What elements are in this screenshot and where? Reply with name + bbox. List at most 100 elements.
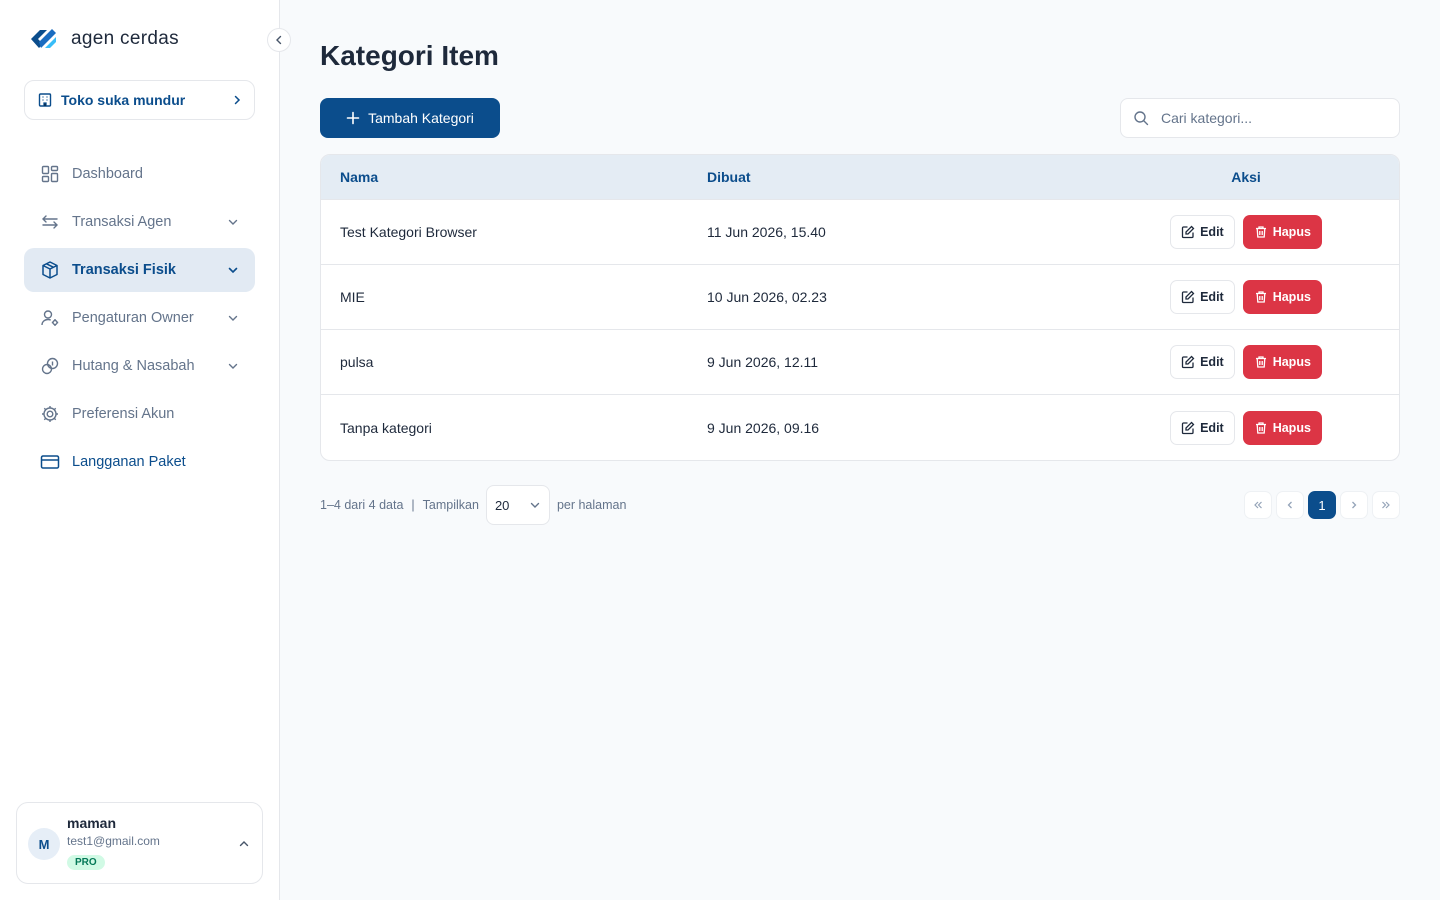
cell-dibuat: 11 Jun 2026, 15.40 — [707, 224, 826, 240]
brand[interactable]: agen cerdas — [28, 26, 179, 52]
chevron-down-icon — [228, 363, 238, 369]
sidebar-item-hutang-nasabah[interactable]: Hutang & Nasabah — [24, 344, 255, 388]
chevron-down-icon — [530, 502, 540, 508]
edit-icon — [1181, 225, 1195, 239]
trash-icon — [1255, 226, 1266, 238]
chevron-down-icon — [228, 267, 238, 274]
arrows-exchange-icon — [40, 212, 60, 232]
user-name: maman — [67, 815, 117, 831]
sidebar-item-label: Pengaturan Owner — [72, 310, 194, 326]
last-page-button[interactable] — [1372, 491, 1400, 519]
cell-nama: pulsa — [340, 354, 374, 370]
delete-button[interactable]: Hapus — [1242, 280, 1322, 314]
sidebar-item-transaksi-fisik[interactable]: Transaksi Fisik — [24, 248, 255, 292]
column-header-nama[interactable]: Nama — [321, 169, 707, 185]
box-icon — [40, 260, 60, 280]
sidebar-item-label: Hutang & Nasabah — [72, 358, 195, 374]
table-row: Test Kategori Browser 11 Jun 2026, 15.40… — [321, 200, 1399, 265]
pagination: 1 — [1244, 491, 1400, 519]
cell-nama: Test Kategori Browser — [340, 224, 477, 240]
chevrons-left-icon — [1254, 501, 1262, 509]
sidebar-item-transaksi-agen[interactable]: Transaksi Agen — [24, 200, 255, 244]
edit-button[interactable]: Edit — [1170, 410, 1235, 445]
prev-page-button[interactable] — [1276, 491, 1304, 519]
logo-icon — [28, 26, 59, 52]
edit-icon — [1181, 421, 1195, 434]
plus-icon — [346, 111, 360, 125]
pagination-info: 1–4 dari 4 data | Tampilkan 20 per halam… — [320, 485, 626, 525]
edit-label: Edit — [1200, 290, 1224, 304]
edit-label: Edit — [1200, 225, 1224, 239]
cell-aksi: Edit Hapus — [1093, 410, 1399, 445]
cell-dibuat: 9 Jun 2026, 09.16 — [707, 419, 820, 436]
edit-button[interactable]: Edit — [1170, 215, 1235, 249]
credit-card-icon — [40, 452, 60, 472]
cell-nama: Tanpa kategori — [340, 419, 432, 436]
search-icon — [1134, 111, 1149, 126]
delete-label: Hapus — [1272, 290, 1311, 304]
delete-button[interactable]: Hapus — [1242, 215, 1322, 249]
sidebar-item-pengaturan-owner[interactable]: Pengaturan Owner — [24, 296, 255, 340]
per-page-select[interactable]: 20 — [485, 485, 550, 525]
page-button-current[interactable]: 1 — [1308, 491, 1336, 519]
store-selector[interactable]: Toko suka mundur — [24, 80, 255, 120]
per-page-value: 20 — [494, 497, 510, 513]
search-input[interactable] — [1161, 110, 1381, 126]
delete-button[interactable]: Hapus — [1242, 345, 1322, 379]
delete-label: Hapus — [1272, 225, 1311, 239]
cell-dibuat: 10 Jun 2026, 02.23 — [707, 289, 827, 305]
building-icon — [38, 93, 52, 107]
delete-label: Hapus — [1272, 420, 1311, 435]
edit-label: Edit — [1200, 420, 1224, 435]
sidebar-item-label: Langganan Paket — [72, 454, 186, 470]
edit-icon — [1181, 355, 1195, 369]
sidebar-item-label: Transaksi Fisik — [72, 262, 176, 278]
chevron-left-icon — [276, 35, 282, 45]
category-table: Nama Dibuat Aksi Test Kategori Browser 1… — [320, 154, 1400, 461]
edit-label: Edit — [1200, 355, 1224, 369]
user-menu[interactable]: M maman test1@gmail.com PRO — [16, 802, 263, 884]
divider: | — [411, 498, 415, 512]
trash-icon — [1255, 356, 1266, 368]
gear-icon — [40, 404, 60, 424]
chevron-up-icon — [239, 841, 249, 847]
cell-aksi: Edit Hapus — [1093, 215, 1399, 249]
sidebar-item-label: Transaksi Agen — [72, 214, 172, 230]
user-email: test1@gmail.com — [67, 834, 160, 848]
trash-icon — [1255, 421, 1266, 434]
first-page-button[interactable] — [1244, 491, 1272, 519]
avatar: M — [28, 828, 60, 860]
add-category-button[interactable]: Tambah Kategori — [320, 98, 500, 138]
delete-label: Hapus — [1272, 355, 1311, 369]
cell-aksi: Edit Hapus — [1093, 280, 1399, 314]
chevron-down-icon — [228, 315, 238, 321]
sidebar-item-langganan-paket[interactable]: Langganan Paket — [24, 440, 255, 484]
grid-icon — [40, 164, 60, 184]
chevrons-right-icon — [1382, 501, 1390, 509]
user-settings-icon — [40, 308, 60, 328]
table-row: MIE 10 Jun 2026, 02.23 Edit Hapus — [321, 265, 1399, 330]
chevron-right-icon — [234, 95, 241, 105]
sidebar-item-preferensi-akun[interactable]: Preferensi Akun — [24, 392, 255, 436]
page-title: Kategori Item — [320, 40, 499, 71]
chevron-down-icon — [228, 219, 238, 225]
table-header: Nama Dibuat Aksi — [321, 155, 1399, 200]
coins-icon — [40, 356, 60, 376]
collapse-sidebar-button[interactable] — [267, 28, 291, 52]
delete-button[interactable]: Hapus — [1242, 410, 1322, 445]
column-header-dibuat[interactable]: Dibuat — [707, 169, 1093, 185]
table-row: Tanpa kategori 9 Jun 2026, 09.16 Edit Ha… — [321, 395, 1399, 460]
sidebar-nav: Dashboard Transaksi Agen Transaksi Fisik… — [24, 152, 255, 488]
cell-nama: MIE — [340, 289, 365, 305]
plan-badge: PRO — [67, 855, 105, 870]
edit-button[interactable]: Edit — [1170, 345, 1235, 379]
add-category-label: Tambah Kategori — [368, 110, 474, 126]
edit-icon — [1181, 290, 1195, 304]
sidebar: agen cerdas Toko suka mundur Dashboard T… — [0, 0, 291, 900]
next-page-button[interactable] — [1340, 491, 1368, 519]
chevron-right-icon — [1352, 501, 1357, 509]
edit-button[interactable]: Edit — [1170, 280, 1235, 314]
sidebar-item-label: Preferensi Akun — [72, 406, 175, 422]
sidebar-item-dashboard[interactable]: Dashboard — [24, 152, 255, 196]
sidebar-item-label: Dashboard — [72, 166, 143, 182]
